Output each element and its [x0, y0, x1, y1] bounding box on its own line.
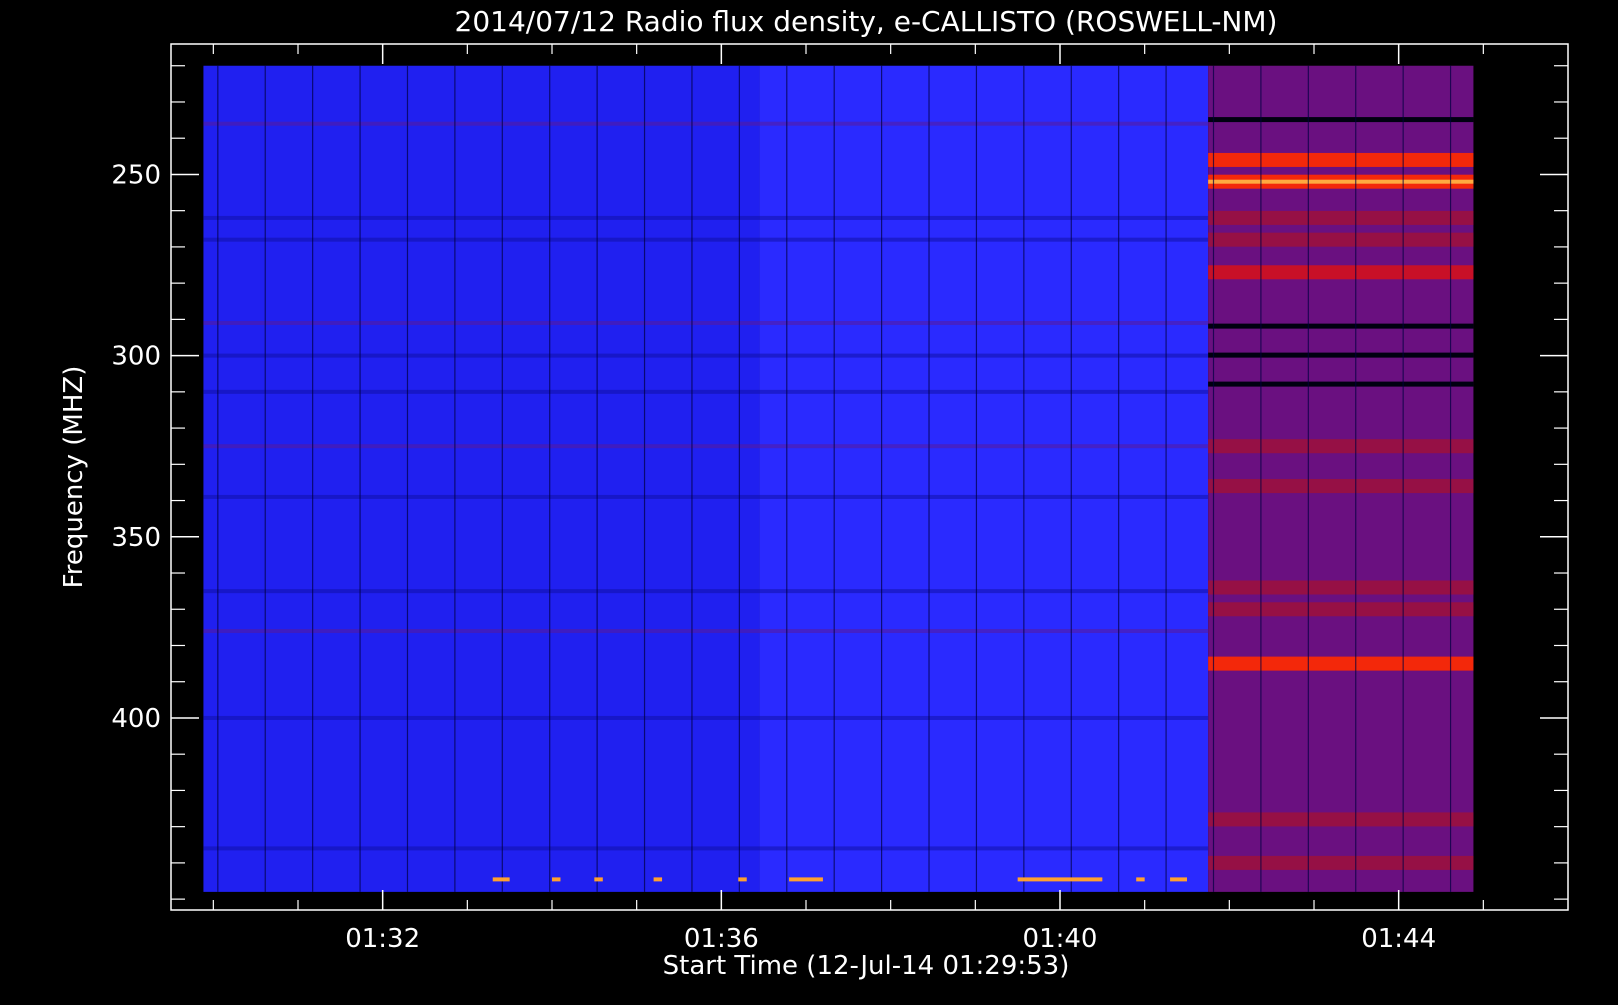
interference-dash [1170, 877, 1187, 882]
quiet-band [203, 215, 1209, 220]
burst-band [1208, 210, 1474, 225]
burst-band [1208, 602, 1474, 617]
interference-dash [653, 877, 663, 882]
interference-dash [492, 877, 510, 882]
burst-band [1208, 265, 1474, 280]
heatmap-segment-2 [1208, 65, 1474, 892]
burst-band [1208, 812, 1474, 827]
quiet-band [203, 121, 1209, 126]
interference-dash [552, 877, 561, 882]
x-tick-label: 01:44 [1361, 924, 1436, 954]
x-axis-label: Start Time (12-Jul-14 01:29:53) [663, 951, 1070, 981]
quiet-band [203, 628, 1209, 633]
quiet-band [203, 444, 1209, 449]
burst-peak-line [1208, 179, 1474, 184]
spectrogram-svg: 2014/07/12 Radio flux density, e-CALLIST… [0, 0, 1618, 1000]
quiet-band [203, 715, 1209, 720]
heatmap-layer [203, 65, 1474, 892]
interference-dash [1017, 877, 1103, 882]
burst-band [1208, 656, 1474, 671]
y-tick-label: 350 [111, 523, 161, 553]
burst-band [1208, 439, 1474, 454]
x-tick-label: 01:36 [684, 924, 759, 954]
heatmap-segment-1 [759, 65, 1209, 892]
heatmap-segment-0 [203, 65, 760, 892]
burst-dark-line [1208, 381, 1474, 387]
interference-dash [738, 877, 747, 882]
burst-dark-line [1208, 117, 1474, 123]
y-tick-label: 250 [111, 160, 161, 190]
quiet-band [203, 353, 1209, 358]
spectrogram-chart: 2014/07/12 Radio flux density, e-CALLIST… [0, 0, 1618, 1000]
burst-dark-line [1208, 352, 1474, 358]
quiet-band [203, 237, 1209, 242]
burst-band [1208, 232, 1474, 247]
burst-band [1208, 855, 1474, 870]
burst-band [1208, 152, 1474, 167]
burst-band [1208, 479, 1474, 494]
y-tick-label: 400 [111, 704, 161, 734]
interference-dash [789, 877, 823, 882]
quiet-band [203, 494, 1209, 499]
x-tick-label: 01:32 [345, 924, 420, 954]
quiet-band [203, 846, 1209, 851]
interference-dash [1136, 877, 1145, 882]
x-tick-label: 01:40 [1023, 924, 1098, 954]
burst-dark-line [1208, 323, 1474, 329]
chart-title: 2014/07/12 Radio flux density, e-CALLIST… [455, 5, 1278, 38]
interference-dash [594, 877, 603, 882]
y-tick-label: 300 [111, 342, 161, 372]
quiet-band [203, 589, 1209, 594]
quiet-band [203, 389, 1209, 394]
y-axis-label: Frequency (MHZ) [59, 366, 89, 589]
burst-band [1208, 580, 1474, 595]
quiet-band [203, 321, 1209, 326]
